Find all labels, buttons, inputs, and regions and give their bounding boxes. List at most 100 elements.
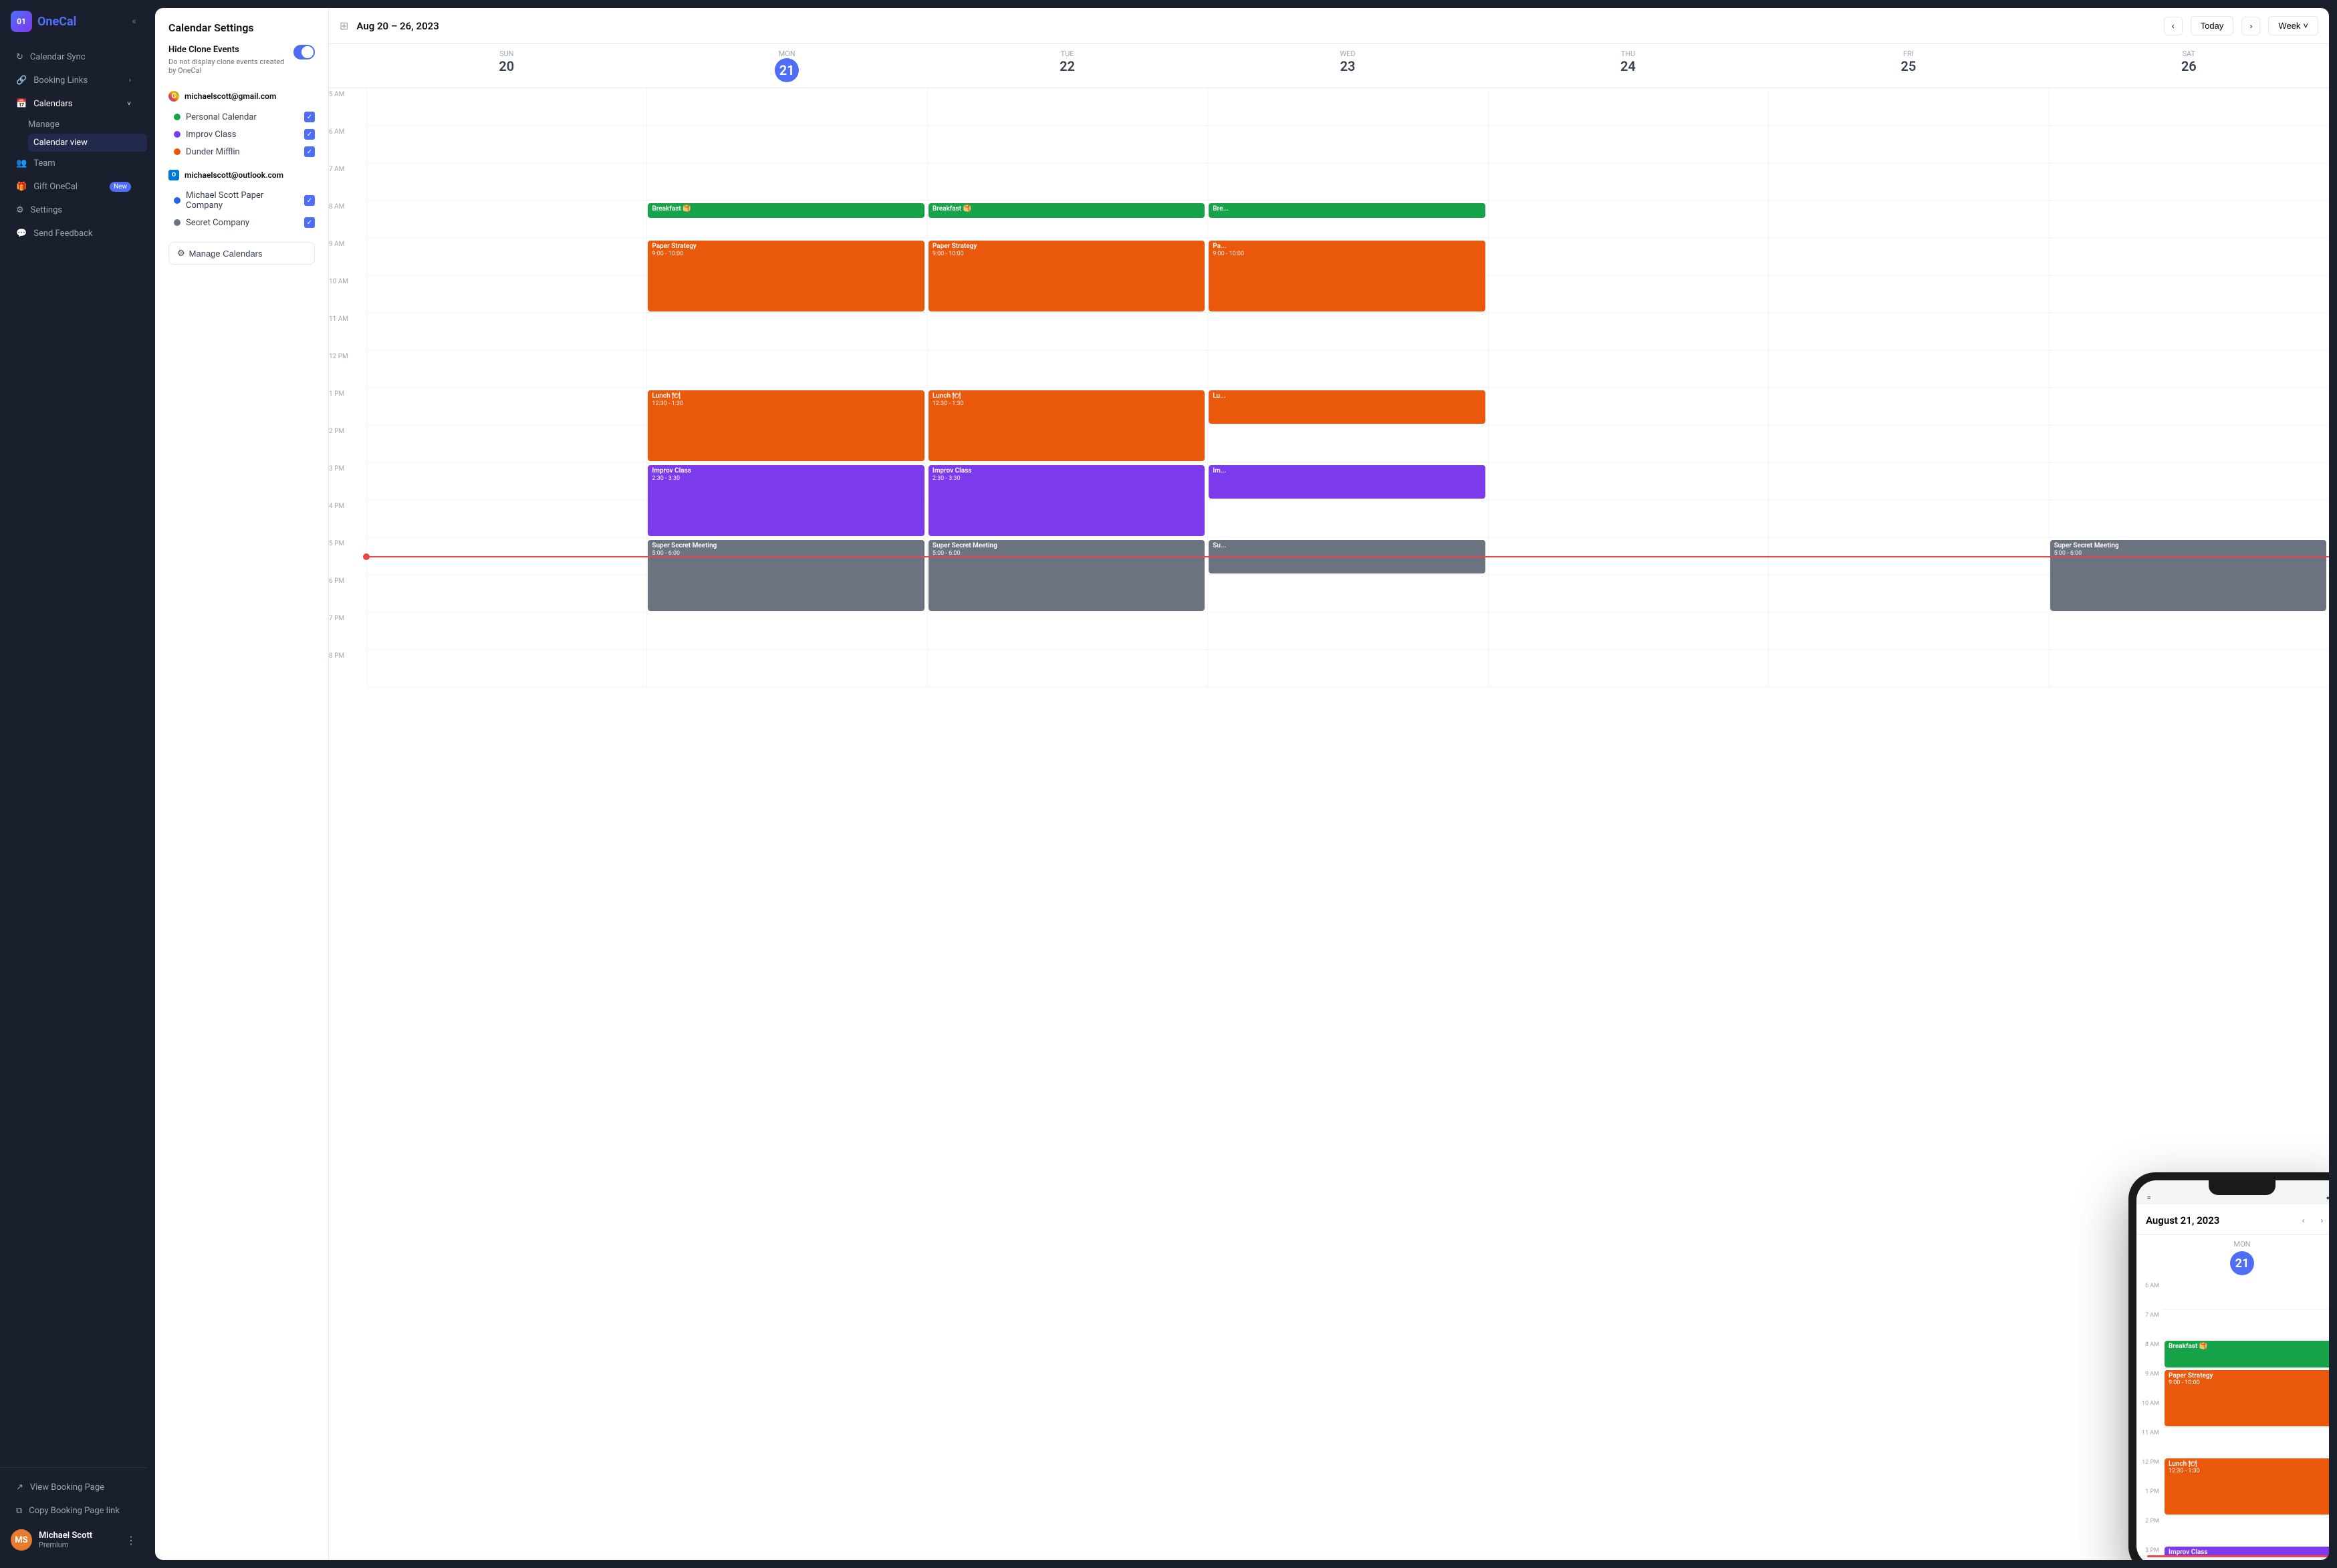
dunder-cal-check[interactable]: ✓ [304,146,315,157]
calendar-event[interactable]: Lu... [1209,390,1485,424]
time-label: 1 PM [329,388,366,425]
improv-cal-dot [174,131,180,138]
phone-calendar-event[interactable]: Breakfast 🥞 [2165,1341,2329,1367]
calendar-event[interactable]: Improv Class2:30 - 3:30 [929,465,1205,536]
grid-cell [1768,650,2048,687]
calendar-event[interactable]: Bre... [1209,203,1485,218]
grid-cell [2049,350,2329,388]
prev-week-button[interactable]: ‹ [2164,17,2183,35]
time-label: 9 AM [329,238,366,275]
phone-calendar-event[interactable]: Lunch 🍽12:30 - 1:30 [2165,1458,2329,1515]
sidebar-item-feedback[interactable]: 💬 Send Feedback [5,222,142,245]
calendar-event[interactable]: Paper Strategy9:00 - 10:00 [929,241,1205,311]
phone-calendar-event[interactable]: Paper Strategy9:00 - 10:00 [2165,1370,2329,1426]
outlook-icon: O [168,170,179,180]
more-icon[interactable]: ⋮ [126,1534,136,1547]
hide-clone-desc: Do not display clone events created by O… [168,57,288,75]
user-info: Michael Scott Premium [39,1531,119,1549]
calendar-item-improv[interactable]: Improv Class ✓ [168,126,315,143]
secret-cal-check[interactable]: ✓ [304,217,315,228]
today-button[interactable]: Today [2191,16,2234,35]
calendar-event[interactable]: Breakfast 🥞 [929,203,1205,218]
grid-cell [646,650,927,687]
sidebar-item-calendar-view[interactable]: Calendar view [28,134,147,152]
google-email: michaelscott@gmail.com [184,92,276,101]
week-view-button[interactable]: Week ˅ [2268,16,2318,35]
manage-calendars-button[interactable]: ⚙ Manage Calendars [168,242,315,265]
user-row: MS Michael Scott Premium ⋮ [0,1523,147,1557]
grid-cell [1207,126,1487,163]
dunder-cal-name: Dunder Mifflin [186,147,299,157]
mspc-cal-check[interactable]: ✓ [304,195,315,206]
time-label: 2 PM [329,425,366,463]
grid-cell [1488,88,1768,126]
sidebar-item-team[interactable]: 👥 Team [5,152,142,175]
grid-cell [1488,313,1768,350]
copy-booking-label: Copy Booking Page link [29,1506,120,1516]
grid-cell [1488,650,1768,687]
grid-cell [646,88,927,126]
hide-clone-toggle[interactable] [293,45,315,59]
improv-cal-check[interactable]: ✓ [304,129,315,140]
sidebar-item-booking-links[interactable]: 🔗 Booking Links › [5,69,142,92]
sidebar-item-label: Calendars [33,99,72,109]
phone-calendar-event[interactable]: Improv Class2:30 - 3:30 [2165,1547,2329,1555]
sidebar-item-calendar-sync[interactable]: ↻ Calendar Sync [5,45,142,69]
grid-cell [366,163,646,201]
grid-cell [927,650,1207,687]
calendar-event[interactable]: Paper Strategy9:00 - 10:00 [648,241,924,311]
calendar-event[interactable]: Breakfast 🥞 [648,203,924,218]
calendar-event[interactable]: Improv Class2:30 - 3:30 [648,465,924,536]
personal-cal-check[interactable]: ✓ [304,112,315,122]
grid-cell [366,313,646,350]
calendar-event[interactable]: Super Secret Meeting5:00 - 6:00 [648,540,924,611]
grid-cell [2049,313,2329,350]
calendar-event[interactable]: Super Secret Meeting5:00 - 6:00 [2050,540,2326,611]
date-range: Aug 20 – 26, 2023 [356,20,2155,32]
calendar-event[interactable]: Pa...9:00 - 10:00 [1209,241,1485,311]
time-label: 7 AM [329,163,366,201]
grid-cell [1488,163,1768,201]
team-icon: 👥 [16,158,27,168]
grid-cell [366,500,646,537]
calendar-item-personal[interactable]: Personal Calendar ✓ [168,108,315,126]
next-week-button[interactable]: › [2241,17,2260,35]
calendar-item-dunder[interactable]: Dunder Mifflin ✓ [168,143,315,160]
mspc-cal-dot [174,197,180,204]
sidebar-item-label: Gift OneCal [33,182,78,192]
sidebar-item-settings[interactable]: ⚙ Settings [5,199,142,222]
calendar-event[interactable]: Im... [1209,465,1485,499]
grid-cell [2049,463,2329,500]
grid-cell [1488,463,1768,500]
sidebar-item-label: Send Feedback [33,229,92,239]
calendar-event[interactable]: Lunch 🍽12:30 - 1:30 [648,390,924,461]
user-name: Michael Scott [39,1531,119,1541]
hide-clone-label: Hide Clone Events [168,45,288,55]
grid-cell [646,350,927,388]
grid-cell [1207,425,1487,463]
calendar-item-secret[interactable]: Secret Company ✓ [168,214,315,231]
grid-cell [366,88,646,126]
sidebar-item-manage[interactable]: Manage [28,116,147,134]
outlook-account-header: O michaelscott@outlook.com [168,170,315,180]
copy-icon: ⧉ [16,1506,22,1516]
sidebar-item-label: Calendar Sync [30,52,86,62]
new-badge: New [110,182,131,192]
copy-booking-link[interactable]: ⧉ Copy Booking Page link [5,1499,142,1523]
day-header-mon: MON 21 [646,44,927,88]
sidebar-item-gift[interactable]: 🎁 Gift OneCal New [5,175,142,199]
grid-cell [646,126,927,163]
calendar-event[interactable]: Lunch 🍽12:30 - 1:30 [929,390,1205,461]
settings-panel: Calendar Settings Hide Clone Events Do n… [155,8,329,1560]
google-icon: G [168,91,179,102]
grid-cell [2049,275,2329,313]
personal-cal-dot [174,114,180,120]
calendar-event[interactable]: Super Secret Meeting5:00 - 6:00 [929,540,1205,611]
grid-cell [1768,88,2048,126]
collapse-sidebar-icon[interactable]: « [132,16,136,27]
sidebar-item-calendars[interactable]: 📅 Calendars ˅ [5,92,142,116]
settings-icon: ⚙ [16,205,24,215]
grid-cell [2049,238,2329,275]
view-booking-page-link[interactable]: ↗ View Booking Page [5,1476,142,1499]
calendar-item-mspc[interactable]: Michael Scott Paper Company ✓ [168,187,315,214]
